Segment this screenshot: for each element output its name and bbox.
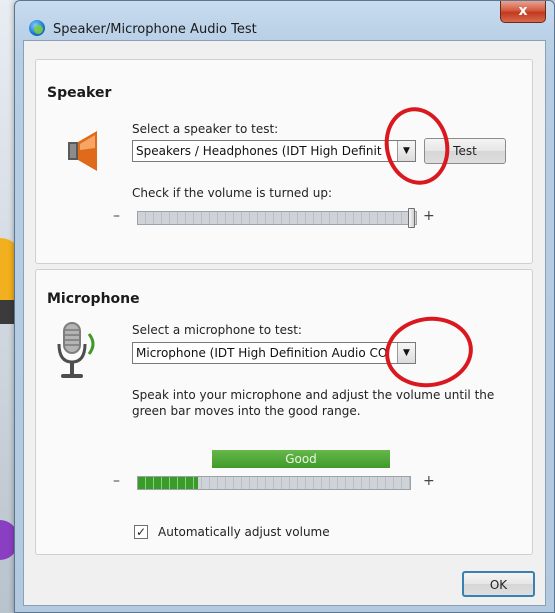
dropdown-arrow-icon[interactable]: ▼ (397, 141, 415, 161)
microphone-level-meter[interactable] (137, 476, 411, 490)
volume-decrease[interactable]: – (113, 208, 120, 224)
speaker-select-value: Speakers / Headphones (IDT High Definit (136, 144, 382, 158)
mic-volume-increase[interactable]: + (423, 473, 435, 489)
close-button[interactable]: x (500, 1, 546, 23)
speaker-group: Speaker Select a speaker to test: Speake… (35, 59, 533, 264)
microphone-select[interactable]: Microphone (IDT High Definition Audio CO… (132, 342, 416, 364)
microphone-select-value: Microphone (IDT High Definition Audio CO (136, 346, 388, 360)
microphone-instruction-line2: green bar moves into the good range. (132, 404, 361, 418)
ok-button[interactable]: OK (462, 571, 535, 597)
speaker-select[interactable]: Speakers / Headphones (IDT High Definit … (132, 140, 416, 162)
volume-increase[interactable]: + (423, 208, 435, 224)
test-button[interactable]: Test (424, 138, 506, 164)
microphone-icon (57, 322, 95, 378)
checkmark-icon: ✓ (135, 525, 147, 539)
audio-test-window: Speaker/Microphone Audio Test x Speaker … (14, 0, 555, 613)
auto-adjust-label[interactable]: Automatically adjust volume (158, 525, 330, 539)
title-bar[interactable]: Speaker/Microphone Audio Test x (15, 1, 554, 41)
dialog-body: Speaker Select a speaker to test: Speake… (23, 40, 546, 606)
window-title: Speaker/Microphone Audio Test (53, 22, 257, 37)
microphone-group: Microphone Select a microphone to test: … (35, 269, 533, 555)
microphone-instruction-line1: Speak into your microphone and adjust th… (132, 388, 495, 402)
good-range-indicator: Good (212, 450, 390, 468)
speaker-volume-slider[interactable] (137, 211, 417, 225)
microphone-level-fill (138, 477, 199, 489)
speaker-select-label: Select a speaker to test: (132, 122, 279, 136)
app-globe-icon (29, 20, 45, 36)
auto-adjust-checkbox[interactable]: ✓ (134, 525, 148, 539)
speaker-icon (68, 131, 97, 171)
volume-label: Check if the volume is turned up: (132, 186, 332, 200)
microphone-heading: Microphone (47, 291, 140, 307)
close-icon: x (518, 3, 528, 19)
dropdown-arrow-icon[interactable]: ▼ (397, 343, 415, 363)
mic-volume-decrease[interactable]: – (113, 473, 120, 489)
speaker-volume-thumb[interactable] (408, 208, 416, 228)
speaker-heading: Speaker (47, 85, 112, 101)
microphone-select-label: Select a microphone to test: (132, 323, 302, 337)
